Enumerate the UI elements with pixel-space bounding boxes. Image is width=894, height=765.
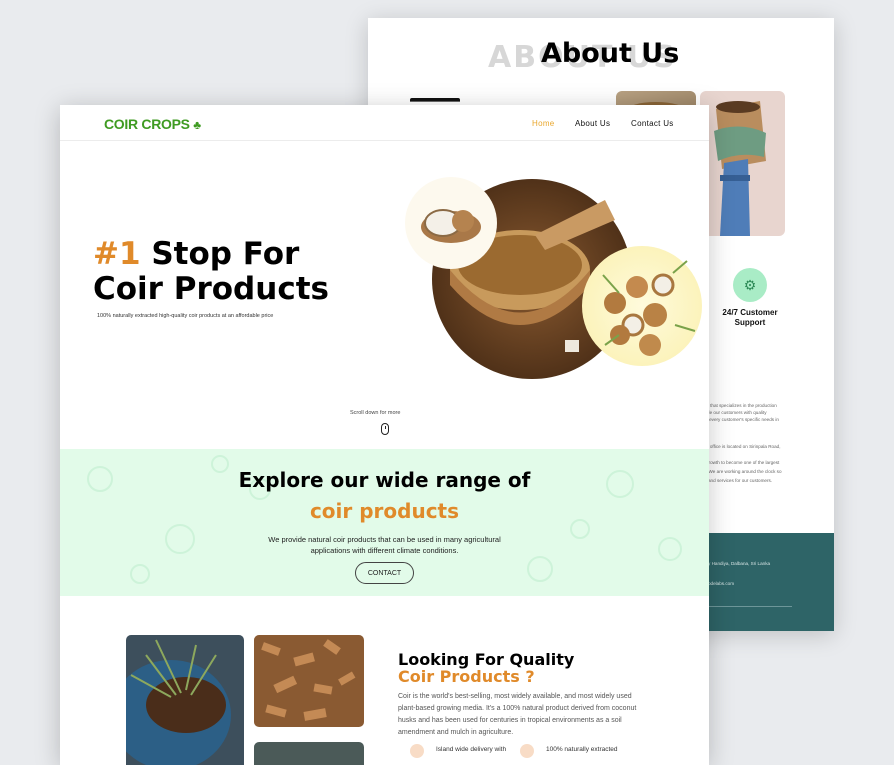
hero-subtitle: 100% naturally extracted high-quality co… <box>97 313 274 319</box>
footer-divider <box>708 606 792 607</box>
delivery-icon <box>410 744 424 758</box>
about-text-fragment: et every customer's specific needs in <box>704 417 779 422</box>
coconuts-image <box>582 246 702 366</box>
hero-title-line2: Coir Products <box>93 271 329 307</box>
range-heading: Explore our wide range of <box>238 468 531 492</box>
coconut-half-image <box>405 177 497 269</box>
leaf-icon <box>520 744 534 758</box>
footer-address: y Handiya, Dalbana, Sri Lanka <box>708 561 771 566</box>
about-text-fragment: and services for our customers. <box>708 478 773 483</box>
contact-button[interactable]: CONTACT <box>355 562 414 584</box>
tree-icon: ♣ <box>193 118 201 132</box>
hero-title-rest: Stop For <box>151 236 300 272</box>
hero-image-cluster <box>405 177 702 379</box>
hand-holding-bag-graphic <box>714 101 766 236</box>
about-image-bag <box>700 91 785 236</box>
footer-email: odelabs.com <box>708 581 735 586</box>
quality-paragraph: Coir is the world's best-selling, most w… <box>398 693 637 736</box>
coir-chips-graphic <box>261 639 356 721</box>
nav-link-about[interactable]: About Us <box>575 119 610 128</box>
home-page-preview: COIR CROPS ♣ Home About Us Contact Us #1… <box>60 105 709 765</box>
about-text-fragment: . We are working around the clock so <box>706 469 782 474</box>
quality-heading-highlight: Coir Products ? <box>398 667 535 686</box>
hero-title: #1 Stop For Coir Products <box>93 237 329 307</box>
nav-link-home[interactable]: Home <box>532 119 555 128</box>
about-title: About Us <box>541 38 680 69</box>
tractor-icon: ⚙ <box>733 268 767 302</box>
range-description-text: We provide natural coir products that ca… <box>268 535 501 555</box>
hero-title-number: #1 <box>93 236 141 272</box>
logo-text: COIR CROPS <box>104 116 190 132</box>
about-text-fragment: growth to become one of the largest <box>706 460 780 465</box>
range-heading-highlight: coir products <box>309 499 460 523</box>
nav-link-contact[interactable]: Contact Us <box>631 119 674 128</box>
potted-plant-image <box>126 635 244 765</box>
product-range-section: Explore our wide range of coir products … <box>60 449 709 596</box>
support-label: 24/7 Customer Support <box>722 308 778 327</box>
range-description: We provide natural coir products that ca… <box>60 534 709 556</box>
site-logo[interactable]: COIR CROPS ♣ <box>104 116 201 132</box>
about-text-fragment: ny that specializes in the production <box>704 403 777 408</box>
mouse-scroll-icon[interactable] <box>381 423 389 435</box>
about-text-fragment: e office is located on Sirinpala Road, <box>706 444 781 449</box>
potted-plant-graphic <box>126 639 231 765</box>
coir-chips-image <box>254 635 364 727</box>
feature-natural: 100% naturally extracted <box>546 746 618 753</box>
feature-delivery: Island wide delivery with <box>436 746 507 753</box>
navbar: COIR CROPS ♣ Home About Us Contact Us <box>60 105 709 141</box>
about-text-fragment: ide our customers with quality <box>706 410 767 415</box>
scroll-hint: Scroll down for more <box>350 410 401 416</box>
